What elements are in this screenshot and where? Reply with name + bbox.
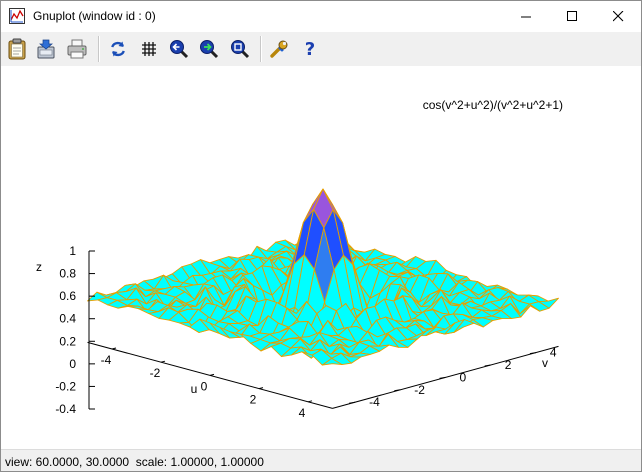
u-tick-label: 0: [201, 379, 208, 393]
v-tick: [394, 389, 401, 392]
grid-icon: [142, 42, 156, 56]
replot-icon: [111, 41, 125, 57]
v-tick-label: 4: [550, 346, 557, 360]
surface-plot[interactable]: -0.4-0.200.20.40.60.81z-4-2024u-4-2024v …: [1, 66, 641, 448]
z-tick-label: 0.6: [59, 289, 76, 303]
unzoom-icon: [231, 40, 250, 59]
title-bar[interactable]: Gnuplot (window id : 0): [1, 1, 641, 32]
z-axis-label: z: [36, 260, 42, 274]
help-button[interactable]: ?: [299, 38, 321, 60]
zoom-previous-button[interactable]: [168, 38, 190, 60]
v-tick-label: -4: [369, 395, 380, 409]
close-icon: [612, 11, 623, 22]
v-tick-label: -2: [414, 383, 425, 397]
u-tick: [307, 400, 313, 403]
v-tick: [349, 401, 356, 404]
gnuplot-app-icon: [9, 8, 25, 24]
z-tick-label: -0.2: [55, 379, 76, 393]
copy-to-clipboard-button[interactable]: [6, 38, 28, 60]
z-tick-label: 0: [69, 357, 76, 371]
u-tick: [111, 347, 117, 350]
u-tick-label: -4: [101, 353, 112, 367]
maximize-button[interactable]: [549, 1, 595, 32]
v-tick: [529, 352, 536, 355]
plot-area[interactable]: -0.4 -0.2 0 0.2 0.4 0.6 0.8 1 z -4 -2 0 2 4 u -4 -2 0 2 4 v …: [1, 66, 641, 448]
options-button[interactable]: [268, 38, 290, 60]
gnuplot-window: Gnuplot (window id : 0) ? -0.4 -0.2 0 0.…: [0, 0, 642, 472]
replot-button[interactable]: [107, 38, 129, 60]
status-bar: view: 60.0000, 30.0000 scale: 1.00000, 1…: [1, 449, 641, 471]
zoom-previous-icon: [170, 40, 189, 59]
zoom-next-icon: [200, 40, 219, 59]
v-tick-label: 0: [460, 370, 467, 384]
close-button[interactable]: [595, 1, 641, 32]
zoom-next-button[interactable]: [198, 38, 220, 60]
maximize-icon: [566, 11, 577, 21]
v-axis-label: v: [542, 356, 548, 370]
u-tick: [209, 373, 215, 376]
surface-mesh: [87, 188, 559, 366]
wrench-icon: [270, 40, 288, 58]
window-title: Gnuplot (window id : 0): [33, 9, 156, 23]
u-tick-label: 2: [250, 393, 257, 407]
svg-text:?: ?: [305, 39, 315, 59]
u-tick: [258, 387, 264, 390]
legend-key: cos(v^2+u^2)/(v^2+u^2+1): [423, 98, 563, 112]
clipboard-icon: [8, 38, 26, 60]
minimize-icon: [520, 16, 531, 18]
v-tick-label: 2: [505, 358, 512, 372]
unzoom-button[interactable]: [229, 38, 251, 60]
u-tick: [160, 360, 166, 363]
z-tick-label: 0.8: [59, 267, 76, 281]
status-text: view: 60.0000, 30.0000 scale: 1.00000, 1…: [5, 455, 264, 469]
z-tick-label: 0.4: [59, 312, 76, 326]
toolbar-separator: [98, 36, 100, 62]
toolbar-separator: [260, 36, 262, 62]
z-tick-label: 0.2: [59, 334, 76, 348]
toggle-grid-button[interactable]: [138, 38, 160, 60]
save-icon: [37, 39, 55, 59]
save-button[interactable]: [35, 38, 57, 60]
toolbar: ?: [1, 32, 641, 66]
u-axis-label: u: [191, 382, 198, 396]
z-tick-label: -0.4: [55, 402, 76, 416]
u-tick-label: -2: [150, 366, 161, 380]
v-tick: [484, 364, 491, 367]
v-tick: [439, 376, 446, 379]
z-tick-label: 1: [69, 244, 76, 258]
minimize-button[interactable]: [503, 1, 549, 32]
print-button[interactable]: [66, 38, 88, 60]
help-icon: ?: [305, 39, 315, 59]
print-icon: [67, 39, 87, 59]
u-tick-label: 4: [299, 406, 306, 420]
